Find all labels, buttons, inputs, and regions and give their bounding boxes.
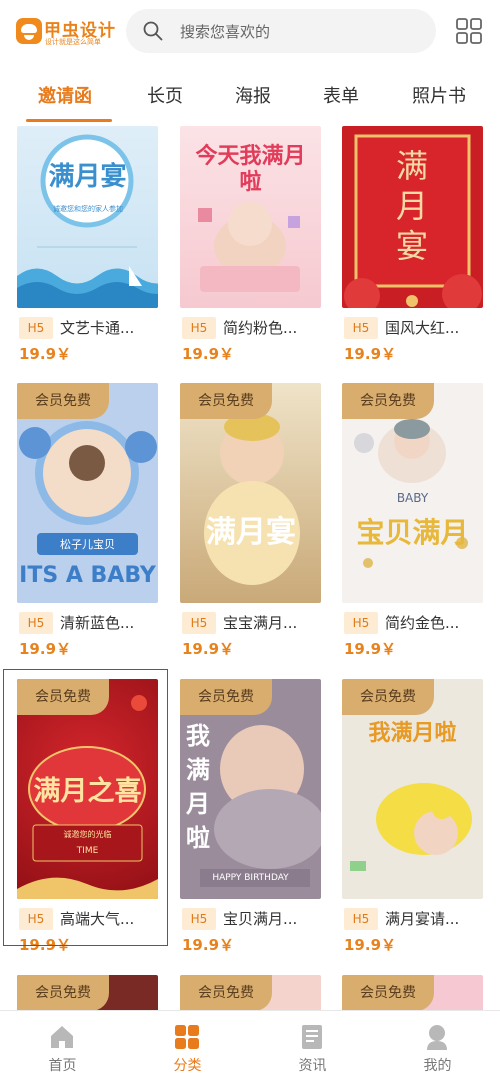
- template-price: 19.9￥: [182, 345, 235, 363]
- member-free-badge: 会员免费: [342, 383, 434, 419]
- template-card[interactable]: 会员免费: [342, 975, 483, 1015]
- template-name: 国风大红...: [385, 319, 460, 337]
- template-thumbnail[interactable]: 会员免费 BABY 宝贝满月: [342, 383, 483, 603]
- type-badge: H5: [344, 317, 378, 339]
- thumbnail-title: 满月宴: [206, 515, 296, 550]
- grid-menu-icon[interactable]: [455, 17, 483, 45]
- thumbnail-title: 宝贝满月: [356, 516, 469, 549]
- template-price: 19.9￥: [344, 936, 397, 954]
- template-thumbnail[interactable]: 会员免费 我满月啦 HAPPY BIRTHDAY: [180, 679, 321, 899]
- category-tabs: 邀请函 长页 海报 表单 照片书: [0, 68, 500, 124]
- member-free-badge: 会员免费: [342, 679, 434, 715]
- template-name: 宝宝满月...: [223, 614, 298, 632]
- nav-news[interactable]: 资讯: [250, 1011, 375, 1082]
- template-art: [17, 134, 158, 308]
- template-card[interactable]: 今天我满月啦 H5 简约粉色... 19.9￥: [180, 126, 321, 368]
- app-header: 甲虫设计 设计就是这么简单 搜索您喜欢的: [0, 0, 500, 62]
- template-thumbnail[interactable]: 会员免费: [342, 975, 483, 1015]
- home-icon: [51, 1026, 73, 1048]
- nav-profile-label: 我的: [423, 1058, 452, 1074]
- template-name: 简约粉色...: [223, 319, 298, 337]
- template-card[interactable]: 满月宴 H5 国风大红... 19.9￥: [342, 126, 483, 368]
- news-icon: [302, 1025, 322, 1049]
- template-card[interactable]: 会员免费 我满月啦 HAPPY BIRTHDAY H5 宝贝满月... 19.9…: [180, 679, 321, 959]
- brand-slogan: 设计就是这么简单: [45, 38, 101, 46]
- member-free-badge: 会员免费: [342, 975, 434, 1011]
- template-price: 19.9￥: [344, 345, 397, 363]
- beetle-logo-icon: [16, 18, 42, 44]
- template-thumbnail[interactable]: 会员免费 松子儿宝贝 ITS A BABY: [17, 383, 158, 603]
- thumbnail-bottom-text: ITS A BABY: [19, 563, 156, 588]
- template-thumbnail[interactable]: 会员免费 满月宴: [180, 383, 321, 603]
- thumbnail-subtitle: 诚邀您和您的家人参加: [53, 205, 123, 213]
- brand-logo[interactable]: 甲虫设计 设计就是这么简单: [16, 14, 115, 48]
- thumbnail-title: 今天我满月啦: [195, 144, 306, 195]
- template-name: 宝贝满月...: [223, 910, 298, 928]
- tab-invitation[interactable]: 邀请函: [38, 82, 92, 108]
- nav-category[interactable]: 分类: [125, 1011, 250, 1082]
- template-card[interactable]: 会员免费: [17, 975, 158, 1015]
- type-badge: H5: [182, 908, 216, 930]
- member-free-badge: 会员免费: [180, 679, 272, 715]
- bottom-navigation: 首页 分类 资讯 我的: [0, 1010, 500, 1082]
- member-free-badge: 会员免费: [180, 975, 272, 1011]
- type-badge: H5: [344, 908, 378, 930]
- template-thumbnail[interactable]: 满月宴 诚邀您和您的家人参加: [17, 126, 158, 308]
- nav-news-label: 资讯: [298, 1058, 327, 1074]
- template-thumbnail[interactable]: 会员免费 我满月啦: [342, 679, 483, 899]
- type-badge: H5: [19, 612, 53, 634]
- thumbnail-title: 我满月啦: [186, 722, 210, 852]
- template-price: 19.9￥: [344, 640, 397, 658]
- template-card[interactable]: 会员免费 松子儿宝贝 ITS A BABY H5 清新蓝色... 19.9￥: [17, 383, 158, 663]
- category-icon: [175, 1025, 199, 1049]
- member-free-badge: 会员免费: [17, 383, 109, 419]
- nav-category-label: 分类: [173, 1058, 202, 1074]
- template-price: 19.9￥: [19, 640, 72, 658]
- tab-photo-book[interactable]: 照片书: [412, 82, 466, 108]
- template-price: 19.9￥: [182, 936, 235, 954]
- template-card[interactable]: 会员免费: [180, 975, 321, 1015]
- search-icon: [143, 21, 163, 41]
- template-card[interactable]: 满月宴 诚邀您和您的家人参加 H5 文艺卡通... 19.9￥: [17, 126, 158, 368]
- type-badge: H5: [182, 317, 216, 339]
- template-thumbnail[interactable]: 会员免费: [17, 975, 158, 1015]
- template-thumbnail[interactable]: 会员免费: [180, 975, 321, 1015]
- type-badge: H5: [182, 612, 216, 634]
- search-placeholder: 搜索您喜欢的: [180, 23, 271, 41]
- search-input[interactable]: 搜索您喜欢的: [126, 9, 436, 53]
- template-price: 19.9￥: [19, 345, 72, 363]
- template-name: 文艺卡通...: [60, 319, 135, 337]
- type-badge: H5: [344, 612, 378, 634]
- member-free-badge: 会员免费: [180, 383, 272, 419]
- template-price: 19.9￥: [182, 640, 235, 658]
- thumbnail-subtitle: HAPPY BIRTHDAY: [212, 873, 289, 883]
- nav-home[interactable]: 首页: [0, 1011, 125, 1082]
- template-thumbnail[interactable]: 满月宴: [342, 126, 483, 308]
- template-thumbnail[interactable]: 今天我满月啦: [180, 126, 321, 308]
- template-name: 清新蓝色...: [60, 614, 135, 632]
- tab-poster[interactable]: 海报: [235, 82, 271, 108]
- template-card[interactable]: 会员免费 我满月啦 H5 满月宴请... 19.9￥: [342, 679, 483, 959]
- thumbnail-subtitle: BABY: [396, 491, 429, 505]
- template-card[interactable]: 会员免费 BABY 宝贝满月 H5 简约金色... 19.9￥: [342, 383, 483, 663]
- thumbnail-title: 满月宴: [48, 162, 127, 192]
- user-icon: [427, 1025, 447, 1050]
- selection-highlight: [3, 669, 168, 946]
- thumbnail-title: 松子儿宝贝: [60, 538, 115, 551]
- nav-home-label: 首页: [48, 1058, 77, 1074]
- template-name: 满月宴请...: [385, 910, 460, 928]
- member-free-badge: 会员免费: [17, 975, 109, 1011]
- nav-profile[interactable]: 我的: [375, 1011, 500, 1082]
- template-card[interactable]: 会员免费 满月宴 H5 宝宝满月... 19.9￥: [180, 383, 321, 663]
- template-name: 简约金色...: [385, 614, 460, 632]
- active-tab-indicator: [26, 119, 112, 122]
- thumbnail-title: 我满月啦: [368, 721, 457, 746]
- tab-long-page[interactable]: 长页: [147, 82, 183, 108]
- tab-form[interactable]: 表单: [323, 82, 359, 108]
- type-badge: H5: [19, 317, 53, 339]
- thumbnail-title: 满月宴: [395, 147, 428, 265]
